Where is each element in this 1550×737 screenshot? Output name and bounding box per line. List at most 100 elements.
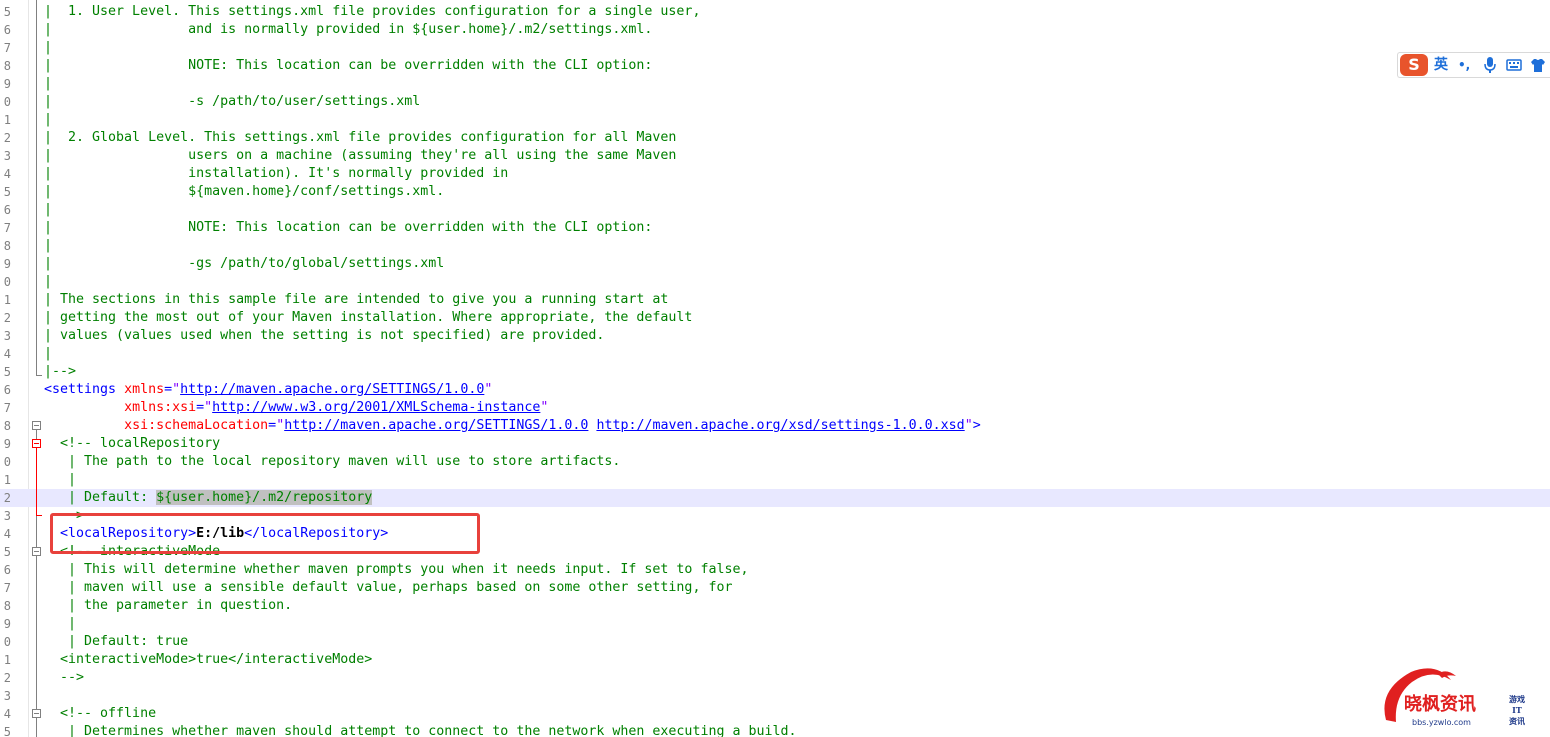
code-line[interactable]: 3 (0, 687, 1550, 705)
code-line[interactable]: 6 | and is normally provided in ${user.ho… (0, 21, 1550, 39)
line-number-text: 0 (3, 455, 11, 469)
line-number-text: 5 (3, 5, 11, 19)
code-text: | The path to the local repository maven… (44, 453, 620, 471)
code-editor[interactable]: 5 | 1. User Level. This settings.xml file… (0, 0, 1550, 737)
code-line[interactable]: 4 <!-- offline (0, 705, 1550, 723)
code-line[interactable]: 8 | the parameter in question. (0, 597, 1550, 615)
code-line[interactable]: 7 | NOTE: This location can be overridden… (0, 219, 1550, 237)
code-line[interactable]: 9 | -gs /path/to/global/settings.xml (0, 255, 1550, 273)
line-number-text: 4 (3, 707, 11, 721)
watermark-side-line: 资讯 (1509, 716, 1525, 726)
ime-punctuation-toggle[interactable]: •, (1458, 56, 1470, 74)
code-line[interactable]: 4 <localRepository>E:/lib</localReposito… (0, 525, 1550, 543)
line-number: 8 (0, 57, 28, 75)
microphone-icon[interactable] (1484, 56, 1496, 79)
fold-toggle-settings[interactable] (32, 421, 41, 430)
code-line[interactable]: 6 | (0, 201, 1550, 219)
code-text: | -gs /path/to/global/settings.xml (44, 255, 444, 273)
shirt-icon[interactable] (1530, 56, 1546, 79)
code-line[interactable]: 6 <settings xmlns="http://maven.apache.or… (0, 381, 1550, 399)
code-line[interactable]: 0 | -s /path/to/user/settings.xml (0, 93, 1550, 111)
keyboard-icon[interactable] (1506, 56, 1522, 79)
code-line[interactable]: 4 | installation). It's normally provided… (0, 165, 1550, 183)
code-line[interactable]: 2 | Default: ${user.home}/.m2/repository (0, 489, 1550, 507)
code-line[interactable]: 3 --> (0, 507, 1550, 525)
line-number: 9 (0, 75, 28, 93)
code-line[interactable]: 9 | (0, 615, 1550, 633)
code-link[interactable]: http://maven.apache.org/SETTINGS/1.0.0 (180, 382, 484, 397)
code-line[interactable]: 0 | Default: true (0, 633, 1550, 651)
fold-toggle-offline-comment[interactable] (32, 709, 41, 718)
line-number-text: 1 (3, 473, 11, 487)
code-token: | (44, 202, 53, 217)
code-text: | (44, 615, 76, 633)
code-line[interactable]: 5 <!-- interactiveMode (0, 543, 1550, 561)
fold-toggle-localrepository-comment[interactable] (32, 439, 41, 448)
code-link[interactable]: http://www.w3.org/2001/XMLSchema-instanc… (212, 400, 540, 415)
code-text: | values (values used when the setting i… (44, 327, 604, 345)
code-link[interactable]: http://maven.apache.org/xsd/settings-1.0… (596, 418, 964, 433)
code-line[interactable]: 7 | (0, 39, 1550, 57)
fold-toggle-interactivemode-comment[interactable] (32, 547, 41, 556)
code-text: | Default: true (44, 633, 188, 651)
code-text: <localRepository>E:/lib</localRepository… (44, 525, 388, 543)
ime-toolbar[interactable]: S 英 •, (1397, 52, 1550, 78)
code-line[interactable]: 0 | (0, 273, 1550, 291)
code-line[interactable]: 2 | getting the most out of your Maven in… (0, 309, 1550, 327)
code-line[interactable]: 8 xsi:schemaLocation="http://maven.apach… (0, 417, 1550, 435)
code-token: | NOTE: This location can be overridden … (44, 220, 653, 235)
code-text: | The sections in this sample file are i… (44, 291, 668, 309)
code-line[interactable]: 5 | ${maven.home}/conf/settings.xml. (0, 183, 1550, 201)
code-text: | Determines whether maven should attemp… (44, 723, 797, 737)
code-line[interactable]: 3 | users on a machine (assuming they're … (0, 147, 1550, 165)
code-line[interactable]: 7 xmlns:xsi="http://www.w3.org/2001/XMLS… (0, 399, 1550, 417)
line-number: 3 (0, 687, 28, 705)
line-number: 3 (0, 327, 28, 345)
code-line[interactable]: 2 | 2. Global Level. This settings.xml fi… (0, 129, 1550, 147)
code-token: | values (values used when the setting i… (44, 328, 605, 343)
code-line[interactable]: 9 | (0, 75, 1550, 93)
code-token: | getting the most out of your Maven ins… (44, 310, 693, 325)
code-line[interactable]: 6 | This will determine whether maven pr… (0, 561, 1550, 579)
code-text: | -s /path/to/user/settings.xml (44, 93, 420, 111)
code-token: | This will determine whether maven prom… (44, 562, 749, 577)
code-text: | maven will use a sensible default valu… (44, 579, 732, 597)
code-line[interactable]: 5 |--> (0, 363, 1550, 381)
code-line[interactable]: 1 | The sections in this sample file are … (0, 291, 1550, 309)
code-token: | (44, 346, 53, 361)
code-token: | and is normally provided in ${user.hom… (44, 22, 653, 37)
code-token: | -s /path/to/user/settings.xml (44, 94, 421, 109)
code-token: <!-- localRepository (44, 436, 221, 451)
line-number-text: 9 (3, 437, 11, 451)
code-line[interactable]: 0 | The path to the local repository mav… (0, 453, 1550, 471)
watermark-url: bbs.yzwlo.com (1412, 718, 1471, 727)
code-text: | (44, 471, 76, 489)
code-line[interactable]: 1 | (0, 471, 1550, 489)
code-text: | NOTE: This location can be overridden … (44, 57, 652, 75)
code-token: | 2. Global Level. This settings.xml fil… (44, 130, 677, 145)
code-line[interactable]: 5 | 1. User Level. This settings.xml file… (0, 3, 1550, 21)
ime-language-toggle[interactable]: 英 (1434, 56, 1448, 74)
code-line[interactable]: 2 --> (0, 669, 1550, 687)
code-token: | (44, 76, 53, 91)
code-link[interactable]: http://maven.apache.org/SETTINGS/1.0.0 (284, 418, 588, 433)
code-text: --> (44, 507, 84, 525)
code-token: " (484, 382, 493, 397)
code-line[interactable]: 9 <!-- localRepository (0, 435, 1550, 453)
code-token: = (164, 382, 173, 397)
line-number-text: 6 (3, 23, 11, 37)
code-line[interactable]: 5 | Determines whether maven should atte… (0, 723, 1550, 737)
code-text: | (44, 345, 52, 363)
code-line[interactable]: 1 <interactiveMode>true</interactiveMode… (0, 651, 1550, 669)
code-line[interactable]: 7 | maven will use a sensible default va… (0, 579, 1550, 597)
line-number: 7 (0, 219, 28, 237)
line-number-text: 5 (3, 365, 11, 379)
code-line[interactable]: 8 | (0, 237, 1550, 255)
ime-logo[interactable]: S (1400, 54, 1428, 76)
code-line[interactable]: 1 | (0, 111, 1550, 129)
line-number-text: 4 (3, 527, 11, 541)
code-line[interactable]: 3 | values (values used when the setting … (0, 327, 1550, 345)
code-line[interactable]: 4 | (0, 345, 1550, 363)
code-line[interactable]: 8 | NOTE: This location can be overridden… (0, 57, 1550, 75)
line-number-text: 3 (3, 509, 11, 523)
